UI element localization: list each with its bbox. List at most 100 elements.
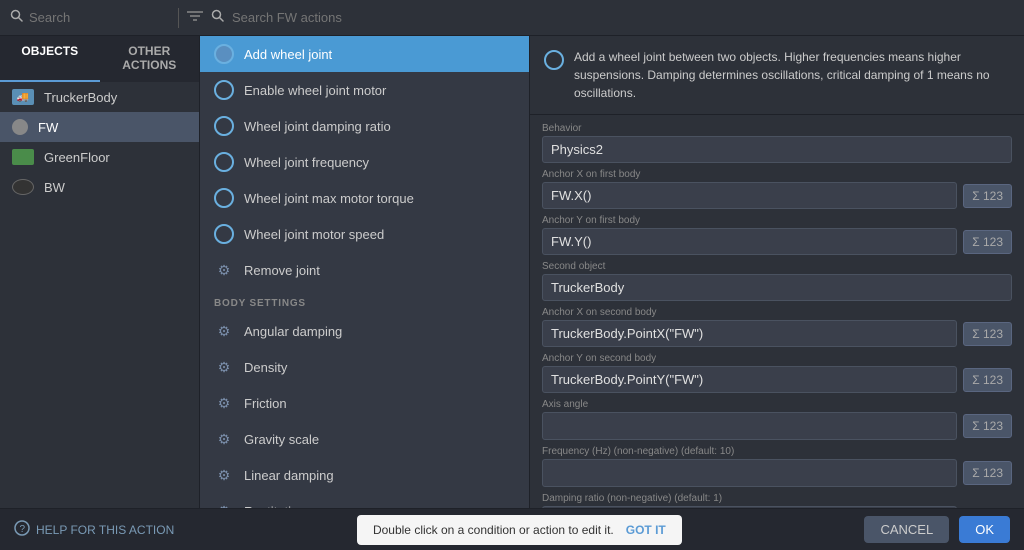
sigma-button-frequency[interactable]: Σ 123 xyxy=(963,461,1012,485)
sigma-button-anchor-y-second[interactable]: Σ 123 xyxy=(963,368,1012,392)
action-label: Wheel joint frequency xyxy=(244,155,369,170)
global-search-input[interactable] xyxy=(29,10,129,25)
gear-icon: ⚙ xyxy=(214,357,234,377)
object-icon-green xyxy=(12,149,34,165)
action-density[interactable]: ⚙ Density xyxy=(200,349,529,385)
cancel-button[interactable]: CANCEL xyxy=(864,516,949,543)
object-item-bw[interactable]: BW xyxy=(0,172,199,202)
field-label-behavior: Behavior xyxy=(542,123,1012,134)
object-item-fw[interactable]: FW xyxy=(0,112,199,142)
action-wheel-joint-damping-ratio[interactable]: Wheel joint damping ratio xyxy=(200,108,529,144)
object-item-truckerbody[interactable]: 🚚 TruckerBody xyxy=(0,82,199,112)
field-anchor-y-first: Anchor Y on first body FW.Y() Σ 123 xyxy=(542,215,1012,255)
field-row-anchor-x-second: TruckerBody.PointX("FW") Σ 123 xyxy=(542,320,1012,347)
action-label: Angular damping xyxy=(244,324,342,339)
filter-area xyxy=(187,9,412,27)
body-settings-header: BODY SETTINGS xyxy=(200,288,529,313)
sigma-button-anchor-x-first[interactable]: Σ 123 xyxy=(963,184,1012,208)
field-value-behavior[interactable]: Physics2 xyxy=(542,136,1012,163)
object-label: FW xyxy=(38,120,58,135)
field-row-axis-angle: Σ 123 xyxy=(542,412,1012,440)
field-label-anchor-y-first: Anchor Y on first body xyxy=(542,215,1012,226)
help-circle-icon: ? xyxy=(14,520,30,539)
action-wheel-joint-max-motor-torque[interactable]: Wheel joint max motor torque xyxy=(200,180,529,216)
ok-button[interactable]: OK xyxy=(959,516,1010,543)
gear-icon: ⚙ xyxy=(214,393,234,413)
middle-panel: Add wheel joint Enable wheel joint motor… xyxy=(200,36,530,508)
field-row-anchor-y-first: FW.Y() Σ 123 xyxy=(542,228,1012,255)
action-label: Density xyxy=(244,360,287,375)
description-area: Add a wheel joint between two objects. H… xyxy=(530,36,1024,115)
object-item-greenfloor[interactable]: GreenFloor xyxy=(0,142,199,172)
action-enable-wheel-joint-motor[interactable]: Enable wheel joint motor xyxy=(200,72,529,108)
field-value-anchor-x-second[interactable]: TruckerBody.PointX("FW") xyxy=(542,320,957,347)
sigma-button-axis-angle[interactable]: Σ 123 xyxy=(963,414,1012,438)
action-label: Wheel joint damping ratio xyxy=(244,119,391,134)
sigma-button-anchor-x-second[interactable]: Σ 123 xyxy=(963,322,1012,346)
field-value-frequency[interactable] xyxy=(542,459,957,487)
action-friction[interactable]: ⚙ Friction xyxy=(200,385,529,421)
field-anchor-x-first: Anchor X on first body FW.X() Σ 123 xyxy=(542,169,1012,209)
field-value-anchor-y-second[interactable]: TruckerBody.PointY("FW") xyxy=(542,366,957,393)
right-panel: Add a wheel joint between two objects. H… xyxy=(530,36,1024,508)
circle-icon xyxy=(214,188,234,208)
help-button[interactable]: ? HELP FOR THIS ACTION xyxy=(14,520,174,539)
toast-text: Double click on a condition or action to… xyxy=(373,523,614,537)
field-row-anchor-x-first: FW.X() Σ 123 xyxy=(542,182,1012,209)
action-label: Wheel joint motor speed xyxy=(244,227,384,242)
field-value-second-object[interactable]: TruckerBody xyxy=(542,274,1012,301)
action-linear-damping[interactable]: ⚙ Linear damping xyxy=(200,457,529,493)
field-value-axis-angle[interactable] xyxy=(542,412,957,440)
action-remove-joint[interactable]: ⚙ Remove joint xyxy=(200,252,529,288)
circle-icon xyxy=(214,224,234,244)
action-restitution[interactable]: ⚙ Restitution xyxy=(200,493,529,508)
fields-area: Behavior Physics2 Anchor X on first body… xyxy=(530,115,1024,508)
action-label: Add wheel joint xyxy=(244,47,332,62)
object-icon-dark xyxy=(12,179,34,195)
gear-icon: ⚙ xyxy=(214,501,234,508)
help-label: HELP FOR THIS ACTION xyxy=(36,523,174,537)
field-second-object: Second object TruckerBody xyxy=(542,261,1012,301)
field-label-frequency: Frequency (Hz) (non-negative) (default: … xyxy=(542,446,1012,457)
action-label: Wheel joint max motor torque xyxy=(244,191,414,206)
action-label: Remove joint xyxy=(244,263,320,278)
field-anchor-y-second: Anchor Y on second body TruckerBody.Poin… xyxy=(542,353,1012,393)
gear-icon: ⚙ xyxy=(214,260,234,280)
field-damping-ratio: Damping ratio (non-negative) (default: 1… xyxy=(542,493,1012,508)
action-add-wheel-joint[interactable]: Add wheel joint xyxy=(200,36,529,72)
action-gravity-scale[interactable]: ⚙ Gravity scale xyxy=(200,421,529,457)
filter-icon[interactable] xyxy=(187,9,203,27)
svg-text:?: ? xyxy=(20,524,26,535)
field-behavior: Behavior Physics2 xyxy=(542,123,1012,163)
bottom-bar: ? HELP FOR THIS ACTION Double click on a… xyxy=(0,508,1024,550)
bottom-actions: CANCEL OK xyxy=(864,516,1010,543)
action-wheel-joint-motor-speed[interactable]: Wheel joint motor speed xyxy=(200,216,529,252)
action-label: Linear damping xyxy=(244,468,334,483)
global-search xyxy=(10,9,170,27)
top-bar xyxy=(0,0,1024,36)
field-frequency: Frequency (Hz) (non-negative) (default: … xyxy=(542,446,1012,487)
field-value-anchor-x-first[interactable]: FW.X() xyxy=(542,182,957,209)
description-circle-icon xyxy=(544,50,564,70)
action-angular-damping[interactable]: ⚙ Angular damping xyxy=(200,313,529,349)
field-row-second-object: TruckerBody xyxy=(542,274,1012,301)
field-row-frequency: Σ 123 xyxy=(542,459,1012,487)
gear-icon: ⚙ xyxy=(214,465,234,485)
tab-objects[interactable]: OBJECTS xyxy=(0,36,100,82)
sigma-button-anchor-y-first[interactable]: Σ 123 xyxy=(963,230,1012,254)
action-label: Friction xyxy=(244,396,287,411)
field-anchor-x-second: Anchor X on second body TruckerBody.Poin… xyxy=(542,307,1012,347)
objects-list: 🚚 TruckerBody FW GreenFloor BW xyxy=(0,82,199,508)
search-actions-input[interactable] xyxy=(232,10,412,25)
toast-got-it-button[interactable]: GOT IT xyxy=(626,523,666,537)
tab-other-actions[interactable]: OTHER ACTIONS xyxy=(100,36,200,82)
field-row-anchor-y-second: TruckerBody.PointY("FW") Σ 123 xyxy=(542,366,1012,393)
gear-icon: ⚙ xyxy=(214,429,234,449)
object-icon-gear xyxy=(12,119,28,135)
action-wheel-joint-frequency[interactable]: Wheel joint frequency xyxy=(200,144,529,180)
field-value-anchor-y-first[interactable]: FW.Y() xyxy=(542,228,957,255)
object-icon-truck: 🚚 xyxy=(12,89,34,105)
action-label: Gravity scale xyxy=(244,432,319,447)
circle-icon xyxy=(214,152,234,172)
action-label: Enable wheel joint motor xyxy=(244,83,386,98)
